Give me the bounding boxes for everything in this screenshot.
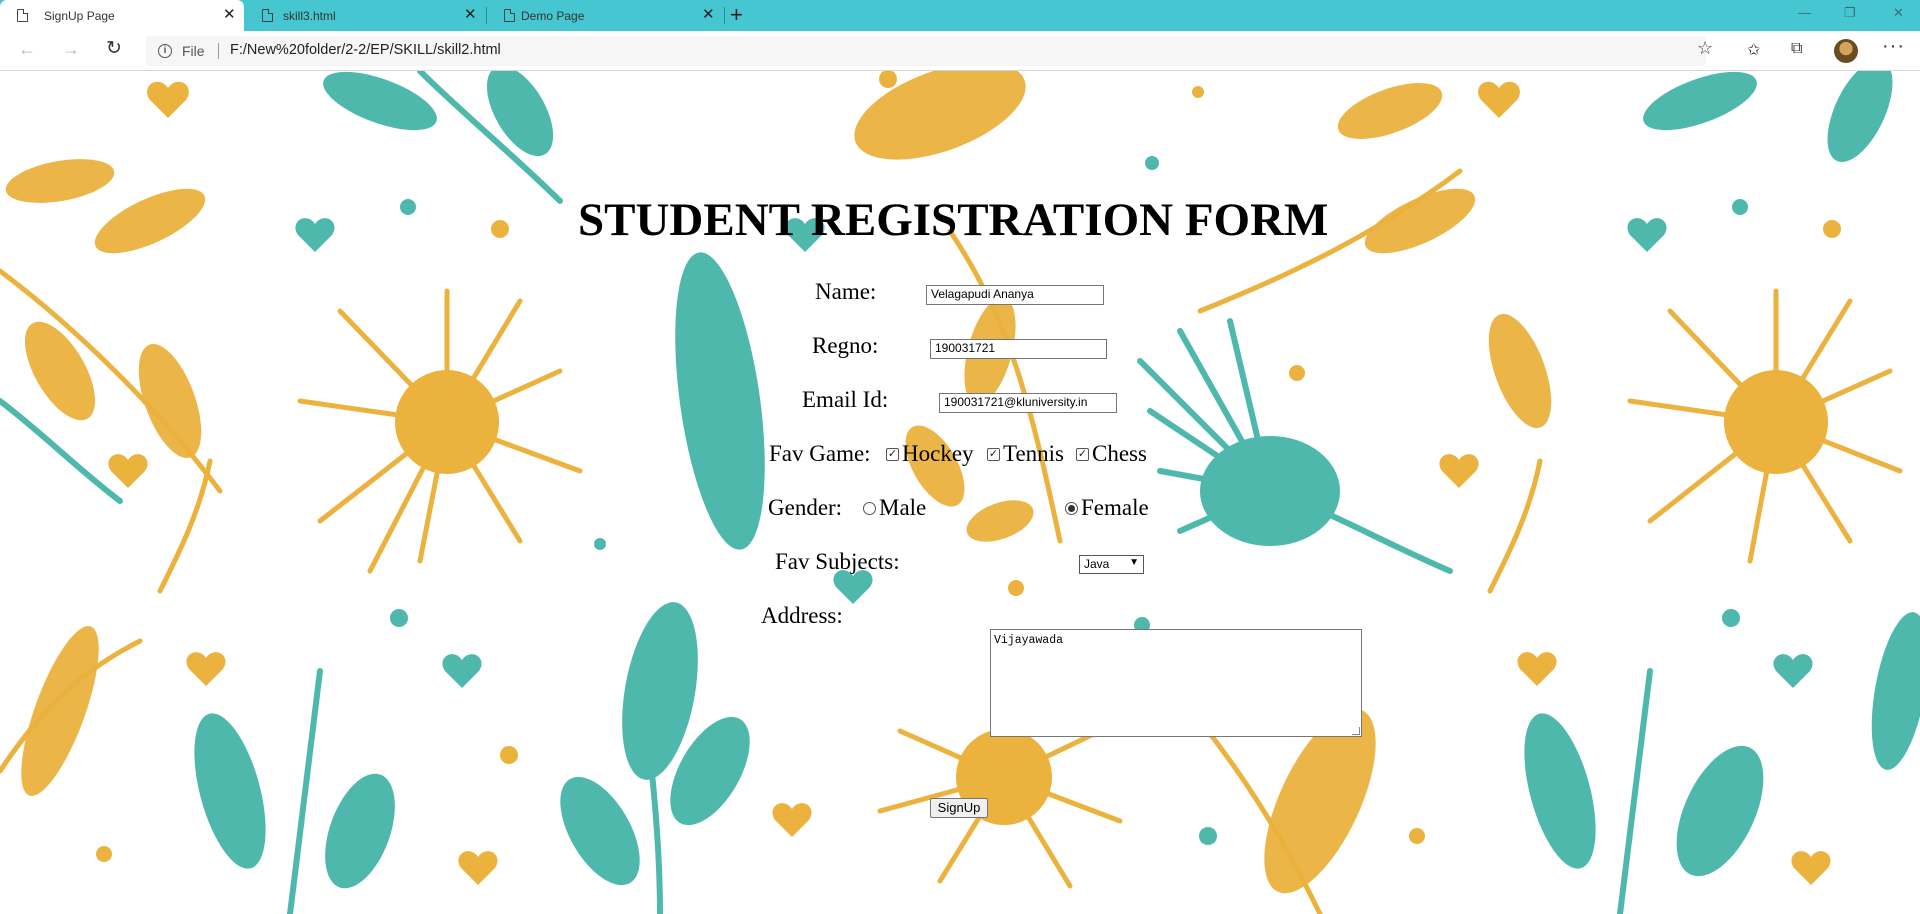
address-value: Vijayawada (994, 634, 1064, 647)
tab-skill3[interactable]: skill3.html ✕ (245, 0, 485, 31)
address-textarea[interactable]: Vijayawada (990, 629, 1362, 737)
forward-arrow-icon[interactable]: → (62, 39, 80, 59)
close-tab-icon[interactable]: ✕ (464, 7, 477, 22)
male-label: Male (879, 495, 927, 520)
url-text[interactable]: F:/New%20folder/2-2/EP/SKILL/skill2.html (230, 42, 501, 58)
name-label: Name: (815, 279, 877, 304)
address-label: Address: (761, 603, 843, 628)
chess-label: Chess (1092, 441, 1147, 466)
fav-game-label: Fav Game: (769, 441, 871, 466)
minimize-icon[interactable]: — (1798, 5, 1811, 20)
hockey-checkbox[interactable]: ✓ (886, 448, 899, 461)
tab-label: Demo Page (521, 9, 585, 23)
name-input[interactable]: Velagapudi Ananya (926, 285, 1104, 305)
tab-demo-page[interactable]: Demo Page ✕ (487, 0, 725, 31)
chess-checkbox[interactable]: ✓ (1076, 448, 1089, 461)
regno-label: Regno: (812, 333, 879, 358)
tab-signup-page[interactable]: SignUp Page ✕ (0, 0, 244, 31)
url-scheme-label: File (182, 43, 205, 59)
url-divider (218, 43, 219, 59)
info-icon[interactable]: i (158, 44, 172, 58)
favorites-list-icon[interactable]: ✩ (1747, 40, 1760, 60)
tennis-label: Tennis (1003, 441, 1064, 466)
fav-subjects-label: Fav Subjects: (775, 549, 900, 574)
back-arrow-icon[interactable]: ← (18, 39, 36, 59)
refresh-icon[interactable]: ↻ (106, 39, 122, 59)
page-icon (17, 9, 28, 22)
close-tab-icon[interactable]: ✕ (702, 7, 715, 22)
tab-label: SignUp Page (44, 9, 115, 23)
signup-button[interactable]: SignUp (930, 798, 988, 818)
form-title: STUDENT REGISTRATION FORM (578, 194, 1329, 246)
restore-icon[interactable]: ❐ (1844, 5, 1856, 21)
profile-avatar[interactable] (1834, 39, 1858, 63)
email-label: Email Id: (802, 387, 889, 412)
address-bar[interactable]: i File F:/New%20folder/2-2/EP/SKILL/skil… (146, 36, 1706, 66)
female-label: Female (1081, 495, 1149, 520)
email-input[interactable]: 190031721@kluniversity.in (939, 393, 1117, 413)
favorite-star-icon[interactable]: ☆ (1697, 38, 1713, 59)
more-menu-icon[interactable]: ··· (1882, 35, 1905, 58)
chevron-down-icon: ▼ (1129, 557, 1139, 568)
page-icon (504, 9, 515, 22)
browser-tab-strip: SignUp Page ✕ skill3.html ✕ Demo Page ✕ … (0, 0, 1920, 31)
fav-subjects-selected-value: Java (1084, 557, 1110, 571)
hockey-label: Hockey (902, 441, 974, 466)
close-tab-icon[interactable]: ✕ (223, 7, 236, 22)
resize-grip-icon[interactable] (1352, 727, 1360, 735)
new-tab-plus-icon[interactable]: + (730, 3, 743, 27)
tennis-checkbox[interactable]: ✓ (987, 448, 1000, 461)
fav-subjects-select[interactable]: Java ▼ (1079, 555, 1144, 574)
close-window-icon[interactable]: ✕ (1893, 5, 1904, 21)
female-radio[interactable] (1065, 502, 1078, 515)
male-radio[interactable] (863, 502, 876, 515)
collections-icon[interactable]: ⧉ (1791, 40, 1802, 58)
gender-label: Gender: (768, 495, 843, 520)
page-viewport: STUDENT REGISTRATION FORM Name: Velagapu… (0, 71, 1920, 914)
regno-input[interactable]: 190031721 (930, 339, 1107, 359)
tab-divider (724, 7, 725, 24)
browser-toolbar: ← → ↻ i File F:/New%20folder/2-2/EP/SKIL… (0, 31, 1920, 71)
tab-label: skill3.html (283, 9, 336, 23)
page-icon (262, 9, 273, 22)
